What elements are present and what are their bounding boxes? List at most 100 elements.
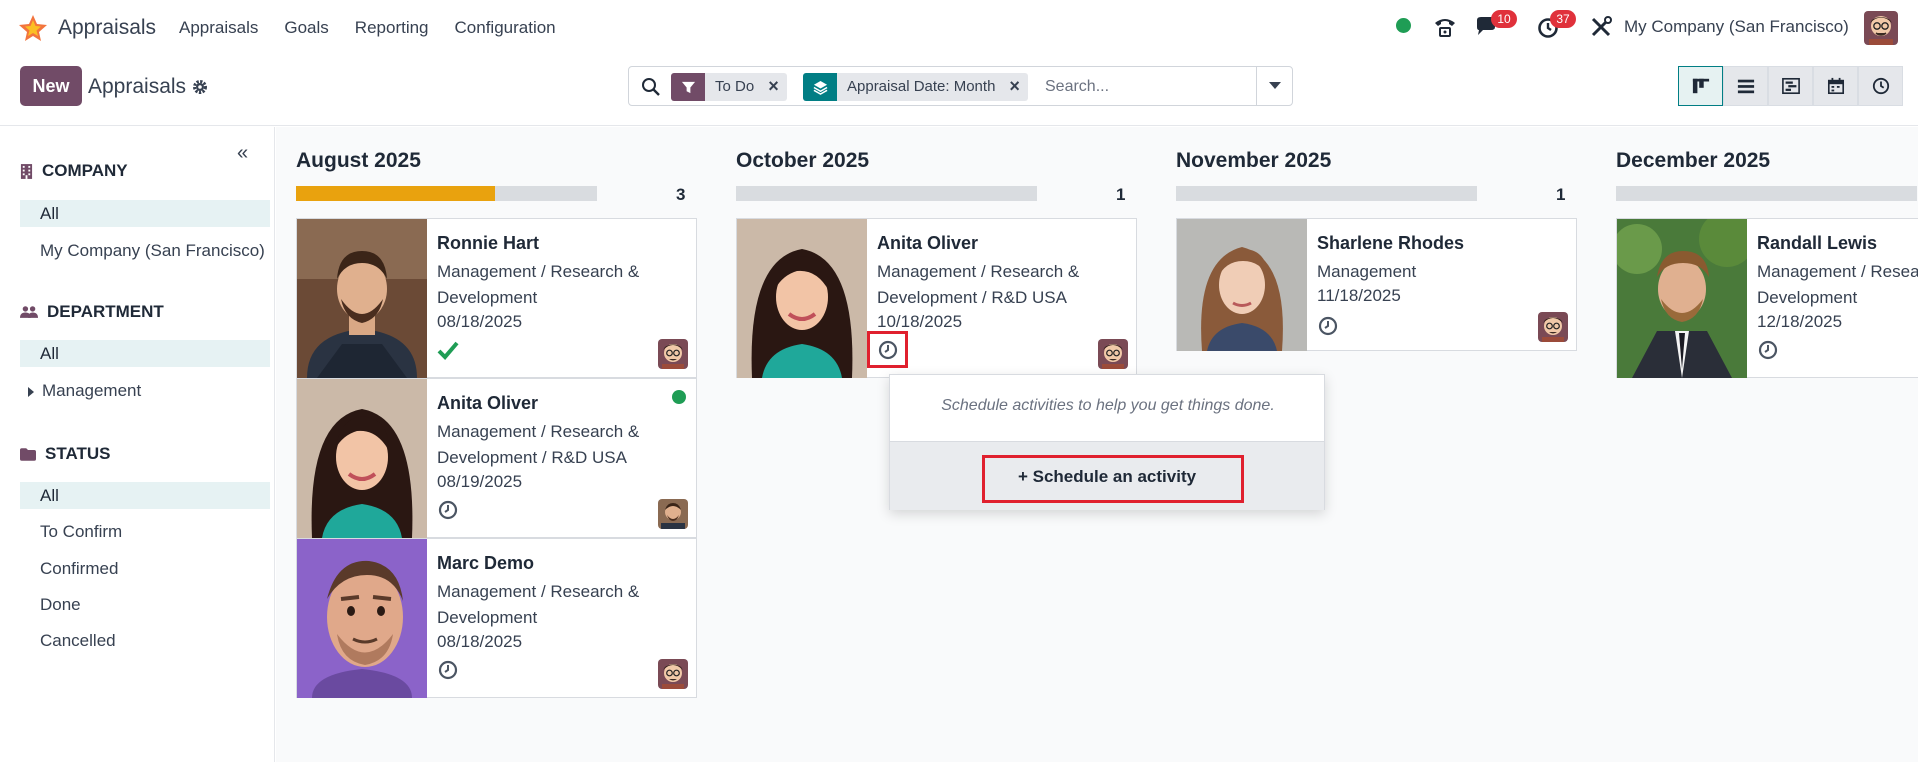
menu-configuration[interactable]: Configuration (455, 18, 556, 38)
column-progress-bar[interactable] (296, 186, 597, 201)
appraisal-date: 08/18/2025 (437, 632, 523, 651)
status-option-all[interactable]: All (20, 482, 270, 509)
kanban-card[interactable]: Randall Lewis Management / Research & De… (1616, 218, 1918, 378)
kanban-view-button[interactable] (1678, 66, 1723, 106)
column-progress-bar[interactable] (736, 186, 1037, 201)
activities-badge: 37 (1550, 10, 1576, 28)
appraisal-date: 12/18/2025 (1757, 312, 1843, 331)
popover-footer: + Schedule an activity (890, 441, 1324, 510)
user-avatar[interactable] (1864, 11, 1898, 45)
activity-clock-icon[interactable] (1757, 339, 1779, 361)
manager-avatar[interactable] (1538, 312, 1568, 342)
status-option-confirmed[interactable]: Confirmed (20, 555, 270, 582)
facet-remove-icon[interactable]: × (764, 73, 787, 101)
facet-label: To Do (705, 73, 765, 101)
employee-name: Anita Oliver (877, 233, 979, 253)
phone-icon[interactable] (1432, 14, 1458, 40)
employee-name: Randall Lewis (1757, 233, 1878, 253)
messages-badge: 10 (1491, 10, 1517, 28)
column-title[interactable]: November 2025 (1176, 149, 1331, 173)
app-name[interactable]: Appraisals (58, 16, 156, 40)
manager-avatar[interactable] (658, 659, 688, 689)
menu-goals[interactable]: Goals (284, 18, 328, 38)
top-navbar: Appraisals Appraisals Goals Reporting Co… (0, 0, 1918, 56)
clock-icon (1872, 77, 1889, 95)
search-options-toggle[interactable] (1256, 67, 1292, 105)
employee-photo (737, 219, 867, 378)
users-icon (20, 305, 38, 318)
progress-fill (296, 186, 495, 201)
kanban-card[interactable]: Marc Demo Management / Research & Develo… (296, 538, 697, 698)
department-option-management[interactable]: Management (20, 377, 270, 404)
employee-photo (297, 539, 427, 698)
section-status: STATUS (20, 444, 110, 464)
employee-name: Anita Oliver (437, 393, 539, 413)
employee-department: Management / Research & Development (437, 262, 640, 307)
employee-name: Marc Demo (437, 553, 535, 573)
section-title: STATUS (45, 444, 111, 463)
menu-appraisals[interactable]: Appraisals (179, 18, 258, 38)
new-button[interactable]: New (20, 66, 82, 106)
tools-icon[interactable] (1588, 14, 1614, 40)
calendar-icon (1827, 77, 1844, 95)
highlight-box (982, 455, 1244, 503)
activity-view-button[interactable] (1858, 66, 1903, 106)
employee-photo (1177, 219, 1307, 351)
company-option-my-company[interactable]: My Company (San Francisco) (20, 237, 270, 264)
section-title: COMPANY (42, 161, 128, 180)
option-label: Management (42, 381, 142, 400)
employee-department: Management / Research & Development / R&… (437, 422, 640, 467)
appraisal-date: 08/18/2025 (437, 312, 523, 331)
company-switcher[interactable]: My Company (San Francisco) (1624, 17, 1849, 37)
column-title[interactable]: December 2025 (1616, 149, 1770, 173)
checkmark-icon[interactable] (437, 339, 459, 361)
caret-down-icon (1268, 82, 1281, 89)
search-input[interactable]: Search... (1045, 78, 1109, 96)
employee-photo (297, 379, 427, 538)
employee-department: Management / Research & Development (1757, 262, 1918, 307)
column-progress-bar[interactable] (1176, 186, 1477, 201)
manager-avatar[interactable] (658, 339, 688, 369)
menu-reporting[interactable]: Reporting (355, 18, 429, 38)
company-option-all[interactable]: All (20, 200, 270, 227)
control-panel: New Appraisals To Do × Appraisal Date: M… (0, 56, 1918, 126)
search-icon[interactable] (641, 77, 661, 97)
activity-clock-icon[interactable] (437, 499, 459, 521)
folder-icon (20, 447, 36, 461)
list-view-button[interactable] (1723, 66, 1768, 106)
search-bar[interactable]: To Do × Appraisal Date: Month × Search..… (628, 66, 1293, 106)
activity-clock-icon[interactable] (437, 659, 459, 681)
column-progress-bar[interactable] (1616, 186, 1917, 201)
presence-status-icon[interactable] (1396, 18, 1411, 33)
department-option-all[interactable]: All (20, 340, 270, 367)
activity-popover: Schedule activities to help you get thin… (889, 374, 1325, 510)
manager-avatar[interactable] (1098, 339, 1128, 369)
status-option-to-confirm[interactable]: To Confirm (20, 518, 270, 545)
activity-clock-icon[interactable] (1317, 315, 1339, 337)
expand-caret-icon[interactable] (28, 386, 34, 397)
facet-todo[interactable]: To Do × (671, 73, 787, 101)
status-option-cancelled[interactable]: Cancelled (20, 627, 270, 654)
gear-icon[interactable] (191, 78, 209, 96)
facet-appraisal-date[interactable]: Appraisal Date: Month × (803, 73, 1028, 101)
calendar-view-button[interactable] (1813, 66, 1858, 106)
appraisal-date: 11/18/2025 (1317, 286, 1401, 305)
main-menu: Appraisals Goals Reporting Configuration (179, 18, 582, 38)
kanban-card[interactable]: Anita Oliver Management / Research & Dev… (736, 218, 1137, 378)
status-option-done[interactable]: Done (20, 591, 270, 618)
gantt-view-button[interactable] (1768, 66, 1813, 106)
column-title[interactable]: October 2025 (736, 149, 869, 173)
kanban-card[interactable]: Sharlene Rhodes Management 11/18/2025 (1176, 218, 1577, 351)
manager-avatar[interactable] (658, 499, 688, 529)
list-icon (1737, 79, 1754, 94)
kanban-card[interactable]: Anita Oliver Management / Research & Dev… (296, 378, 697, 538)
collapse-sidebar-icon[interactable]: « (237, 142, 248, 165)
highlight-box (867, 331, 908, 368)
app-logo-icon[interactable] (18, 14, 48, 42)
section-company: COMPANY (20, 161, 128, 181)
layers-icon (803, 73, 837, 101)
kanban-card[interactable]: Ronnie Hart Management / Research & Deve… (296, 218, 697, 378)
column-title[interactable]: August 2025 (296, 149, 421, 173)
employee-photo (297, 219, 427, 378)
facet-remove-icon[interactable]: × (1005, 73, 1028, 101)
